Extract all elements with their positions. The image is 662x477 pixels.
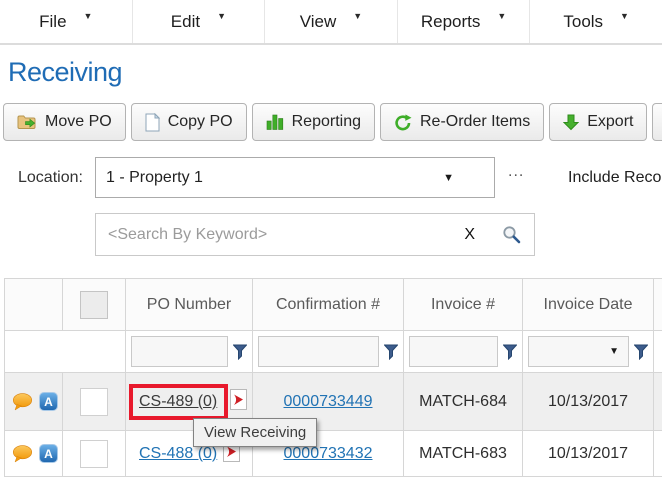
menu-item-view[interactable]: View ▼ [265,0,398,43]
po-number-filter-input[interactable] [131,336,228,367]
location-label: Location: [18,157,83,198]
tooltip: View Receiving [193,418,317,447]
svg-text:A: A [44,447,53,461]
filter-row: ▼ [5,331,662,373]
reorder-items-button[interactable]: Re-Order Items [380,103,544,141]
filter-funnel-icon[interactable] [233,344,247,360]
receiving-table: PO Number Confirmation # Invoice # Invoi… [4,278,662,477]
filter-cell-empty [5,331,126,373]
export-button[interactable]: Export [549,103,647,141]
filter-cell-partial [654,331,662,373]
chevron-down-icon: ▼ [497,11,506,21]
search-clear-button[interactable]: X [464,226,475,244]
column-header-invoice-date[interactable]: Invoice Date [523,279,654,331]
row-checkbox[interactable] [80,388,108,416]
comment-bubble-icon[interactable] [12,445,33,463]
annotation-red-box: CS-489 (0) [129,384,228,420]
column-header-row-icons [5,279,63,331]
filter-cell-po-number [126,331,253,373]
move-po-icon [17,114,37,130]
download-arrow-icon [563,114,579,131]
filter-cell-confirmation [253,331,404,373]
menu-item-file[interactable]: File ▼ [0,0,133,43]
select-all-checkbox[interactable] [80,291,108,319]
copy-po-icon [145,113,160,132]
toolbar-button-label: Move PO [45,113,112,131]
column-header-invoice[interactable]: Invoice # [404,279,523,331]
location-value: 1 - Property 1 [96,169,443,187]
pdf-icon[interactable] [230,389,247,415]
auto-attach-badge-icon[interactable]: A [39,392,58,411]
chevron-down-icon: ▼ [443,172,454,184]
search-box: X [95,213,535,256]
copy-po-button[interactable]: Copy PO [131,103,247,141]
table-row: A CS-489 (0) 0000733449 MATCH-684 10/13/… [5,373,662,431]
menu-item-label: File [39,12,66,32]
chevron-down-icon: ▼ [217,11,226,21]
filter-funnel-icon[interactable] [503,344,517,360]
confirmation-link[interactable]: 0000733449 [284,393,373,410]
chevron-down-icon: ▼ [620,11,629,21]
location-dropdown[interactable]: 1 - Property 1 ▼ [95,157,495,198]
invoice-cell: MATCH-684 [404,373,523,431]
column-header-partial [654,279,662,331]
toolbar-button-label: Export [587,113,633,131]
move-po-button[interactable]: Move PO [3,103,126,141]
filter-cell-invoice-date: ▼ [523,331,654,373]
table-header-row: PO Number Confirmation # Invoice # Invoi… [5,279,662,331]
row-checkbox[interactable] [80,440,108,468]
row-icons-cell: A [5,373,63,431]
bar-chart-icon [266,114,284,130]
menu-item-reports[interactable]: Reports ▼ [398,0,531,43]
invoice-date-cell: 10/13/2017 [523,373,654,431]
menu-item-label: Reports [421,12,481,32]
search-icon[interactable] [502,225,521,244]
toolbar: Move PO Copy PO Reporting Re-Order Items… [3,103,662,141]
column-header-po-number[interactable]: PO Number [126,279,253,331]
confirmation-filter-input[interactable] [258,336,379,367]
column-header-confirmation[interactable]: Confirmation # [253,279,404,331]
chevron-down-icon: ▼ [609,346,619,357]
refresh-icon [394,114,412,131]
include-reconciled-label: Include Reconc [568,157,662,198]
chevron-down-icon: ▼ [84,11,93,21]
filter-funnel-icon[interactable] [634,344,648,360]
partial-cell [654,373,662,431]
menu-item-edit[interactable]: Edit ▼ [133,0,266,43]
auto-attach-badge-icon[interactable]: A [39,444,58,463]
chevron-down-icon: ▼ [353,11,362,21]
menu-item-label: Tools [563,12,603,32]
toolbar-button-label: Copy PO [168,113,233,131]
menu-item-label: Edit [171,12,200,32]
menu-item-label: View [300,12,337,32]
menu-bar: File ▼ Edit ▼ View ▼ Reports ▼ Tools ▼ [0,0,662,45]
comment-bubble-icon[interactable] [12,393,33,411]
po-number-link[interactable]: CS-488 (0) [139,445,217,462]
search-input[interactable] [96,213,464,256]
menu-item-tools[interactable]: Tools ▼ [530,0,662,43]
toolbar-button-partial[interactable] [652,103,662,141]
invoice-date-filter-dropdown[interactable]: ▼ [528,336,629,367]
toolbar-button-label: Re-Order Items [420,113,530,131]
confirmation-link[interactable]: 0000733432 [284,445,373,462]
column-header-checkbox [63,279,126,331]
toolbar-button-label: Reporting [292,113,361,131]
svg-text:A: A [44,395,53,409]
filter-cell-invoice [404,331,523,373]
location-more-button[interactable]: ... [502,162,530,182]
invoice-filter-input[interactable] [409,336,498,367]
row-checkbox-cell [63,373,126,431]
page-title: Receiving [8,57,122,88]
reporting-button[interactable]: Reporting [252,103,375,141]
filter-funnel-icon[interactable] [384,344,398,360]
po-number-link[interactable]: CS-489 (0) [139,393,217,410]
